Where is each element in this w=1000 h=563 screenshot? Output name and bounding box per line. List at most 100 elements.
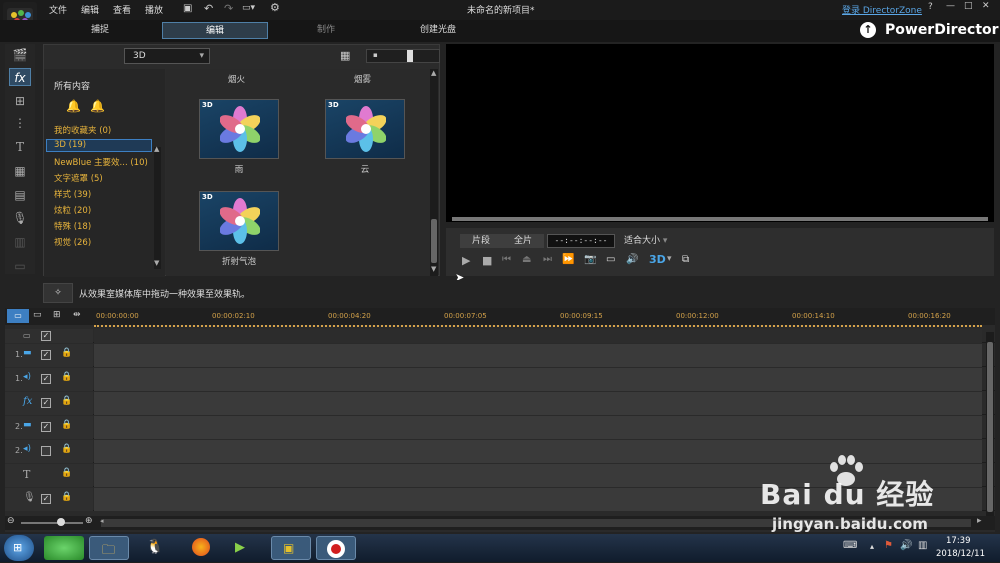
media-room-icon[interactable]: 🎬 [9,46,31,64]
effect-thumbnail[interactable]: 3D [199,99,279,159]
slider-handle[interactable] [407,50,413,62]
taskbar-app-firefox[interactable] [180,536,220,560]
movie-mode-button[interactable]: 全片 [502,234,544,248]
scroll-up-icon[interactable]: ▲ [431,69,436,77]
lock-icon[interactable]: 🔒 [61,396,72,406]
menu-view[interactable]: 查看 [113,3,131,16]
scroll-down-icon[interactable]: ▼ [431,265,436,273]
taskbar-app-video[interactable]: ▶ [225,536,265,560]
volume-icon[interactable]: 🔊 [626,254,638,265]
scroll-up-icon[interactable]: ▲ [154,145,159,153]
thumbnail-scrollbar[interactable]: ▲ ▼ [430,69,438,276]
aspect-ratio-icon[interactable]: ▭▾ [242,3,255,13]
lock-icon[interactable]: 🔒 [61,468,72,478]
lock-icon[interactable]: 🔒 [61,492,72,502]
taskbar-app-explorer[interactable]: 🗀 [89,536,129,560]
tab-capture[interactable]: 捕捉 [60,22,140,39]
split-icon[interactable]: ⏏ [522,254,531,265]
menu-edit[interactable]: 编辑 [81,3,99,16]
track-lane[interactable] [94,344,982,367]
start-button[interactable]: ⊞ [4,535,34,561]
login-link[interactable]: 登录 DirectorZone [842,3,922,16]
save-icon[interactable]: ▣ [183,3,192,14]
network-icon[interactable]: ▥ [918,540,927,551]
category-3d[interactable]: 3D (19) [54,140,86,150]
voiceover-room-icon[interactable]: 🎙 [9,209,31,227]
pip-room-icon[interactable]: ⊞ [9,92,31,110]
effect-item-refraction-bubble[interactable]: 3D 折射气泡 [199,191,279,267]
clock-time[interactable]: 17:39 [946,536,971,546]
help-icon[interactable]: ? [928,2,933,12]
menu-play[interactable]: 播放 [145,3,163,16]
scroll-left-icon[interactable]: ◂ [100,517,104,525]
menu-file[interactable]: 文件 [49,3,67,16]
title-room-icon[interactable]: T [9,138,31,156]
chapter-room-icon[interactable]: ▥ [9,233,31,251]
maximize-button[interactable]: □ [964,1,973,11]
undo-icon[interactable]: ↶ [204,2,213,15]
audio-mixing-room-icon[interactable]: ▤ [9,186,31,204]
close-button[interactable]: ✕ [982,1,990,11]
zoom-slider[interactable] [21,522,83,524]
track-lane[interactable] [94,392,982,415]
zoom-in-icon[interactable]: ⊕ [85,516,93,526]
category-scrollbar[interactable]: ▲ ▼ [154,145,161,269]
fast-forward-icon[interactable]: ⏩ [562,254,574,265]
taskbar-app-qq[interactable]: 🐧 [134,536,174,560]
magic-wand-icon[interactable]: ✧ [43,283,73,303]
effect-thumbnail[interactable]: 3D [199,191,279,251]
3d-toggle-icon[interactable]: 3D [649,253,666,266]
track-enable-checkbox[interactable]: ✓ [41,374,51,384]
tab-create-disc[interactable]: 创建光盘 [398,22,478,39]
minimize-button[interactable]: — [946,1,955,11]
track-enable-checkbox[interactable]: ✓ [41,422,51,432]
tab-produce[interactable]: 制作 [286,22,366,39]
clip-mode-button[interactable]: 片段 [460,234,502,248]
taskbar-app-powerdirector[interactable]: ▣ [271,536,311,560]
scroll-down-icon[interactable]: ▼ [154,259,159,267]
filter-dropdown[interactable]: 3D ▾ [124,48,210,64]
lock-icon[interactable]: 🔒 [61,348,72,358]
keyboard-icon[interactable]: ⌨ [843,540,857,551]
play-icon[interactable]: ▶ [462,254,470,267]
show-hidden-icons[interactable]: ▴ [870,542,874,551]
taskbar-app-recorder[interactable] [316,536,356,560]
fit-size-dropdown[interactable]: 适合大小 ▾ [621,234,679,248]
tab-edit[interactable]: 编辑 [162,22,268,39]
lock-icon[interactable]: 🔒 [61,372,72,382]
timecode-field[interactable]: --:--:--:-- [547,234,615,248]
category-text-mask[interactable]: 文字遮罩 (5) [54,172,103,184]
lock-icon[interactable]: 🔒 [61,420,72,430]
track-enable-checkbox[interactable] [41,446,51,456]
track-lane[interactable] [94,368,982,391]
fit-timeline-icon[interactable]: ⇹ [73,310,81,320]
scroll-thumb[interactable] [431,219,437,263]
preview-scrubber[interactable] [452,217,988,221]
thumbnail-size-slider[interactable]: ▪ [366,49,440,63]
category-newblue[interactable]: NewBlue 主要效... (10) [54,156,148,168]
category-style[interactable]: 样式 (39) [54,188,91,200]
tray-app-icon[interactable]: ⚑ [884,540,893,551]
transition-room-icon[interactable]: ▦ [9,162,31,180]
track-enable-checkbox[interactable]: ✓ [41,331,51,341]
effect-thumbnail[interactable]: 3D [325,99,405,159]
track-enable-checkbox[interactable]: ✓ [41,494,51,504]
clock-date[interactable]: 2018/12/11 [936,549,985,559]
snapshot-camera-icon[interactable]: 📷 [584,254,596,265]
redo-icon[interactable]: ↷ [224,2,233,15]
stop-icon[interactable]: ■ [482,254,492,267]
timeline-ruler[interactable]: ▭ ▭ ⊞ ⇹ 00:00:00:00 00:00:02:10 00:00:04… [5,308,995,325]
effect-room-icon[interactable]: fx [9,68,31,86]
track-lane[interactable] [94,416,982,439]
effect-item-cloud[interactable]: 3D 云 [325,99,405,175]
previous-frame-icon[interactable]: ⏮ [502,254,511,265]
secondary-display-icon[interactable]: ▭ [606,254,615,265]
taskbar-app-360[interactable] [44,536,84,560]
timeline-view-icon[interactable]: ▭ [7,309,29,323]
storyboard-view-icon[interactable]: ▭ [33,310,42,320]
lock-icon[interactable]: 🔒 [61,444,72,454]
category-visual[interactable]: 视觉 (26) [54,236,91,248]
zoom-slider-handle[interactable] [57,518,65,526]
track-enable-checkbox[interactable]: ✓ [41,398,51,408]
chevron-down-icon[interactable]: ▾ [667,254,672,264]
